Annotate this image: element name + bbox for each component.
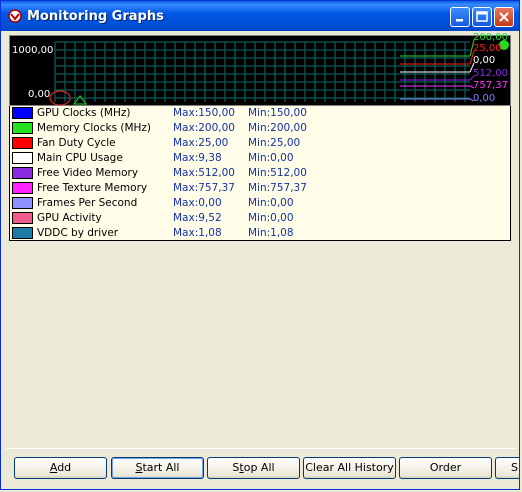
series-min: Min:512,00: [248, 167, 307, 179]
series-min: Min:25,00: [248, 137, 301, 149]
graph-right-value: 200,00: [473, 32, 508, 43]
series-min: Min:200,00: [248, 122, 307, 134]
color-swatch[interactable]: [12, 152, 33, 164]
series-max: Max:150,00: [173, 107, 235, 119]
series-name: Free Texture Memory: [37, 182, 148, 194]
stop-all-button-label: op All: [243, 461, 275, 474]
series-max: Max:757,37: [173, 182, 235, 194]
start-all-button-label: tart All: [142, 461, 180, 474]
monitoring-graphs-window: Monitoring Graphs 1000,00 0,00 200,00 25…: [0, 0, 520, 490]
start-all-button[interactable]: Start All: [111, 457, 204, 479]
graph-right-value: 0,00: [473, 55, 496, 66]
series-name: Fan Duty Cycle: [37, 137, 116, 149]
minimize-icon: [456, 19, 463, 22]
series-max: Max:25,00: [173, 137, 229, 149]
color-swatch[interactable]: [12, 182, 33, 194]
legend-row-free-texture-memory[interactable]: Free Texture Memory Max:757,37 Min:757,3…: [10, 181, 510, 196]
order-button[interactable]: Order: [399, 457, 492, 479]
close-icon: [499, 12, 509, 22]
graph-y-min-label: 0,00: [28, 89, 51, 100]
triangle-marker: [73, 95, 87, 105]
series-max: Max:9,38: [173, 152, 222, 164]
graph-right-value: 757,37: [473, 80, 508, 91]
color-swatch[interactable]: [12, 227, 33, 239]
title-bar[interactable]: Monitoring Graphs: [1, 1, 519, 31]
legend-row-vddc-by-driver[interactable]: VDDC by driver Max:1,08 Min:1,08: [10, 226, 510, 241]
monitoring-graph: 1000,00 0,00 200,00 25,00 0,00 512,00 75…: [9, 32, 511, 106]
client-area: 1000,00 0,00 200,00 25,00 0,00 512,00 75…: [6, 32, 519, 487]
color-swatch[interactable]: [12, 197, 33, 209]
close-button[interactable]: [494, 7, 514, 27]
maximize-button[interactable]: [472, 7, 492, 27]
add-button-label: dd: [57, 461, 72, 474]
legend-row-gpu-clocks[interactable]: GPU Clocks (MHz) Max:150,00 Min:150,00: [10, 106, 510, 121]
legend-row-gpu-activity[interactable]: GPU Activity Max:9,52 Min:0,00: [10, 211, 510, 226]
color-swatch[interactable]: [12, 167, 33, 179]
maximize-icon: [476, 11, 488, 22]
series-name: GPU Clocks (MHz): [37, 107, 131, 119]
series-name: Frames Per Second: [37, 197, 138, 209]
graph-right-value: 25,00: [473, 43, 502, 54]
series-max: Max:200,00: [173, 122, 235, 134]
legend-row-memory-clocks[interactable]: Memory Clocks (MHz) Max:200,00 Min:200,0…: [10, 121, 510, 136]
series-max: Max:9,52: [173, 212, 222, 224]
color-swatch[interactable]: [12, 212, 33, 224]
series-max: Max:1,08: [173, 227, 222, 239]
minimize-button[interactable]: [450, 7, 470, 27]
series-min: Min:1,08: [248, 227, 294, 239]
series-min: Min:0,00: [248, 212, 294, 224]
series-max: Max:0,00: [173, 197, 222, 209]
series-name: Memory Clocks (MHz): [37, 122, 152, 134]
divider: [6, 448, 516, 449]
series-max: Max:512,00: [173, 167, 235, 179]
legend-row-frames-per-second[interactable]: Frames Per Second Max:0,00 Min:0,00: [10, 196, 510, 211]
stop-all-button[interactable]: Stop All: [207, 457, 300, 479]
clear-all-history-button[interactable]: Clear All History: [303, 457, 396, 479]
series-min: Min:0,00: [248, 152, 294, 164]
graph-right-value: 512,00: [473, 68, 508, 79]
add-button[interactable]: Add: [14, 457, 107, 479]
graph-canvas: [49, 39, 509, 105]
series-min: Min:150,00: [248, 107, 307, 119]
legend-list: GPU Clocks (MHz) Max:150,00 Min:150,00 M…: [9, 106, 511, 241]
legend-row-fan-duty-cycle[interactable]: Fan Duty Cycle Max:25,00 Min:25,00: [10, 136, 510, 151]
series-name: VDDC by driver: [37, 227, 119, 239]
series-name: Free Video Memory: [37, 167, 139, 179]
color-swatch[interactable]: [12, 122, 33, 134]
partial-button[interactable]: S: [495, 457, 519, 479]
series-min: Min:0,00: [248, 197, 294, 209]
legend-row-free-video-memory[interactable]: Free Video Memory Max:512,00 Min:512,00: [10, 166, 510, 181]
window-title: Monitoring Graphs: [27, 9, 164, 24]
graph-y-max-label: 1000,00: [12, 45, 54, 56]
series-name: GPU Activity: [37, 212, 102, 224]
graph-right-value: 0,00: [473, 93, 496, 104]
empty-graph-area: [9, 241, 511, 447]
app-logo-icon: [8, 9, 22, 23]
series-name: Main CPU Usage: [37, 152, 123, 164]
color-swatch[interactable]: [12, 107, 33, 119]
series-min: Min:757,37: [248, 182, 307, 194]
color-swatch[interactable]: [12, 137, 33, 149]
legend-row-main-cpu-usage[interactable]: Main CPU Usage Max:9,38 Min:0,00: [10, 151, 510, 166]
